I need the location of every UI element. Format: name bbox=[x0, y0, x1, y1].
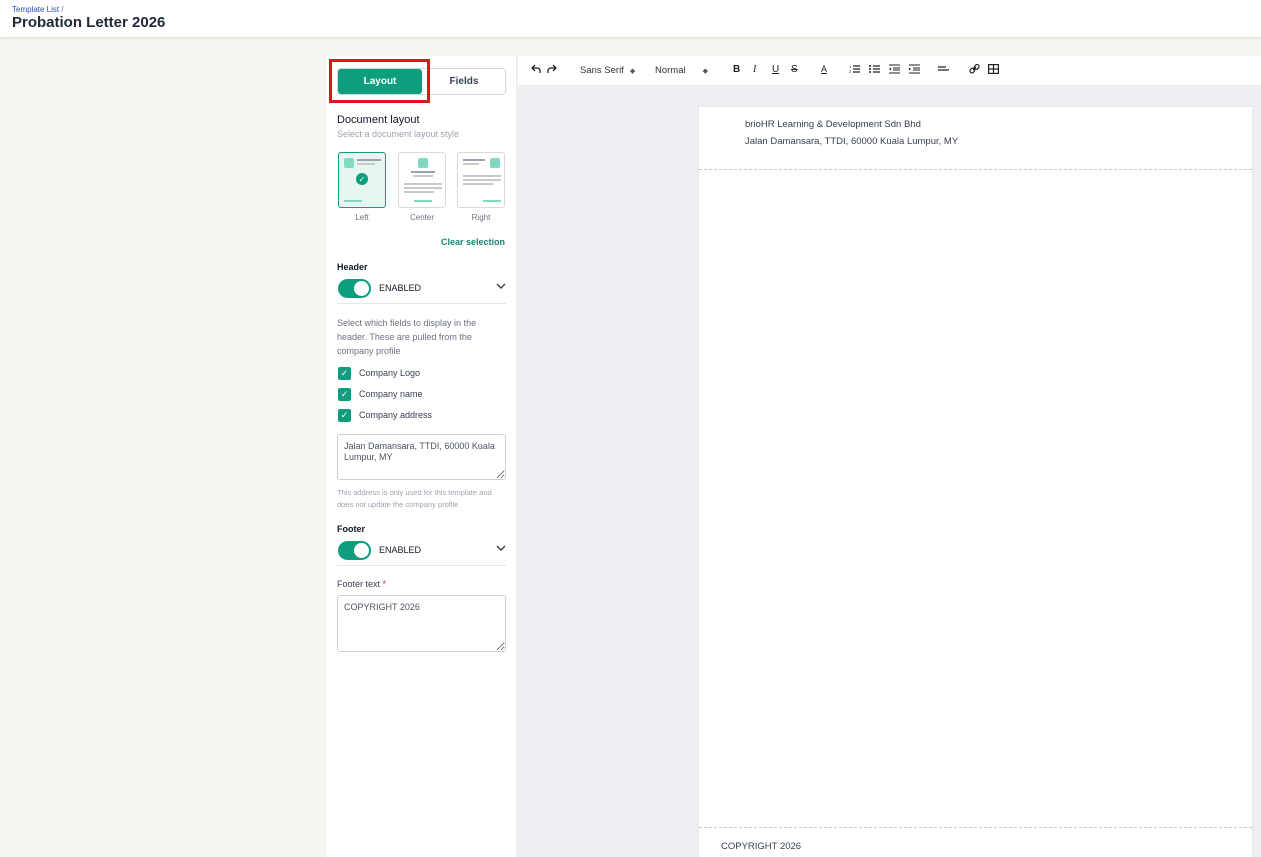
footer-toggle[interactable] bbox=[338, 541, 371, 560]
document-company-address: Jalan Damansara, TTDI, 60000 Kuala Lumpu… bbox=[745, 136, 959, 147]
text-line bbox=[404, 191, 434, 193]
ordered-list-icon[interactable]: 12 bbox=[849, 64, 860, 77]
page-title: Probation Letter 2026 bbox=[12, 14, 166, 31]
checkbox-checked-icon[interactable]: ✓ bbox=[338, 366, 351, 380]
layout-option-center[interactable] bbox=[398, 152, 446, 208]
bold-button[interactable]: B bbox=[733, 64, 740, 75]
layout-option-left-label: Left bbox=[355, 213, 369, 222]
divider bbox=[337, 565, 506, 566]
select-arrows-icon: ◆ bbox=[702, 68, 709, 75]
text-line bbox=[404, 187, 442, 189]
italic-button[interactable]: I bbox=[753, 64, 756, 75]
footer-line bbox=[483, 200, 501, 202]
link-icon[interactable] bbox=[969, 63, 980, 77]
editor-area: Sans Serif ◆ Normal ◆ B I U S A 12 brioH… bbox=[518, 56, 1261, 857]
text-line bbox=[413, 175, 433, 177]
checkbox-label: Company Logo bbox=[359, 368, 421, 378]
settings-panel: Layout Fields Document layout Select a d… bbox=[326, 56, 517, 857]
svg-text:2: 2 bbox=[849, 69, 852, 74]
logo-placeholder-icon bbox=[344, 158, 354, 168]
layout-option-right[interactable] bbox=[457, 152, 505, 208]
document-page[interactable]: brioHR Learning & Development Sdn Bhd Ja… bbox=[699, 107, 1252, 857]
bullet-list-icon[interactable] bbox=[869, 64, 880, 77]
text-line bbox=[463, 183, 493, 185]
table-icon[interactable] bbox=[988, 64, 1000, 77]
layout-option-center-label: Center bbox=[409, 213, 434, 222]
clear-selection-link[interactable]: Clear selection bbox=[441, 237, 505, 247]
layout-tab-highlight-box bbox=[329, 59, 430, 103]
chevron-down-icon[interactable] bbox=[496, 282, 506, 293]
company-address-textarea[interactable]: Jalan Damansara, TTDI, 60000 Kuala Lumpu… bbox=[337, 434, 506, 480]
breadcrumb: Template List / bbox=[12, 5, 64, 14]
footer-divider bbox=[699, 827, 1252, 828]
editor-toolbar: Sans Serif ◆ Normal ◆ B I U S A 12 bbox=[518, 56, 1261, 85]
document-company-name: brioHR Learning & Development Sdn Bhd bbox=[745, 119, 921, 130]
document-layout-subtitle: Select a document layout style bbox=[337, 129, 460, 139]
redo-icon[interactable] bbox=[547, 64, 557, 77]
align-left-icon[interactable] bbox=[938, 64, 949, 77]
header-divider bbox=[699, 169, 1252, 170]
divider bbox=[337, 303, 506, 304]
text-line bbox=[463, 179, 501, 181]
font-size-value: Normal bbox=[655, 65, 686, 76]
footer-line bbox=[344, 200, 362, 202]
select-arrows-icon: ◆ bbox=[629, 68, 636, 75]
text-line bbox=[463, 159, 485, 161]
indent-icon[interactable] bbox=[909, 64, 920, 77]
toggle-knob bbox=[354, 281, 369, 296]
footer-section-title: Footer bbox=[337, 524, 365, 534]
strikethrough-button[interactable]: S bbox=[791, 64, 798, 75]
footer-text-label-text: Footer text bbox=[337, 579, 381, 589]
breadcrumb-separator: / bbox=[61, 5, 64, 14]
breadcrumb-template-list-link[interactable]: Template List bbox=[12, 5, 59, 14]
checkbox-company-address[interactable]: ✓ Company address bbox=[338, 408, 432, 422]
address-note: This address is only used for this templ… bbox=[337, 488, 492, 509]
footer-text-label: Footer text * bbox=[337, 579, 386, 589]
layout-option-right-label: Right bbox=[471, 213, 491, 222]
toggle-knob bbox=[354, 543, 369, 558]
checkbox-company-logo[interactable]: ✓ Company Logo bbox=[338, 366, 420, 380]
check-circle-icon: ✓ bbox=[356, 173, 368, 185]
required-asterisk: * bbox=[382, 579, 387, 589]
footer-line bbox=[414, 200, 432, 202]
document-layout-title: Document layout bbox=[337, 114, 420, 126]
header-toggle[interactable] bbox=[338, 279, 371, 298]
outdent-icon[interactable] bbox=[889, 64, 900, 77]
text-line bbox=[463, 175, 501, 177]
checkbox-label: Company address bbox=[359, 410, 433, 420]
undo-icon[interactable] bbox=[531, 64, 541, 77]
footer-text-textarea[interactable]: COPYRIGHT 2026 bbox=[337, 595, 506, 652]
document-footer-text: COPYRIGHT 2026 bbox=[721, 841, 802, 852]
checkbox-label: Company name bbox=[359, 389, 423, 399]
logo-placeholder-icon bbox=[490, 158, 500, 168]
top-bar: Template List / Probation Letter 2026 bbox=[0, 0, 1261, 38]
text-line bbox=[404, 183, 442, 185]
font-family-select[interactable]: Sans Serif ◆ bbox=[580, 65, 635, 76]
text-line bbox=[357, 159, 381, 161]
text-line bbox=[357, 163, 375, 165]
underline-button[interactable]: U bbox=[772, 64, 779, 75]
checkbox-checked-icon[interactable]: ✓ bbox=[338, 408, 351, 422]
layout-option-left[interactable]: ✓ bbox=[338, 152, 386, 208]
chevron-down-icon[interactable] bbox=[496, 544, 506, 555]
text-line bbox=[411, 171, 435, 173]
font-color-button[interactable]: A bbox=[821, 64, 827, 74]
checkbox-checked-icon[interactable]: ✓ bbox=[338, 387, 351, 401]
header-description: Select which fields to display in the he… bbox=[337, 318, 477, 356]
header-section-title: Header bbox=[337, 262, 368, 272]
text-line bbox=[463, 163, 479, 165]
logo-placeholder-icon bbox=[418, 158, 428, 168]
checkbox-company-name[interactable]: ✓ Company name bbox=[338, 387, 423, 401]
font-size-select[interactable]: Normal ◆ bbox=[655, 65, 708, 76]
tab-fields[interactable]: Fields bbox=[422, 69, 506, 94]
footer-toggle-label: ENABLED bbox=[379, 545, 422, 555]
header-toggle-label: ENABLED bbox=[379, 283, 422, 293]
font-family-value: Sans Serif bbox=[580, 65, 624, 76]
